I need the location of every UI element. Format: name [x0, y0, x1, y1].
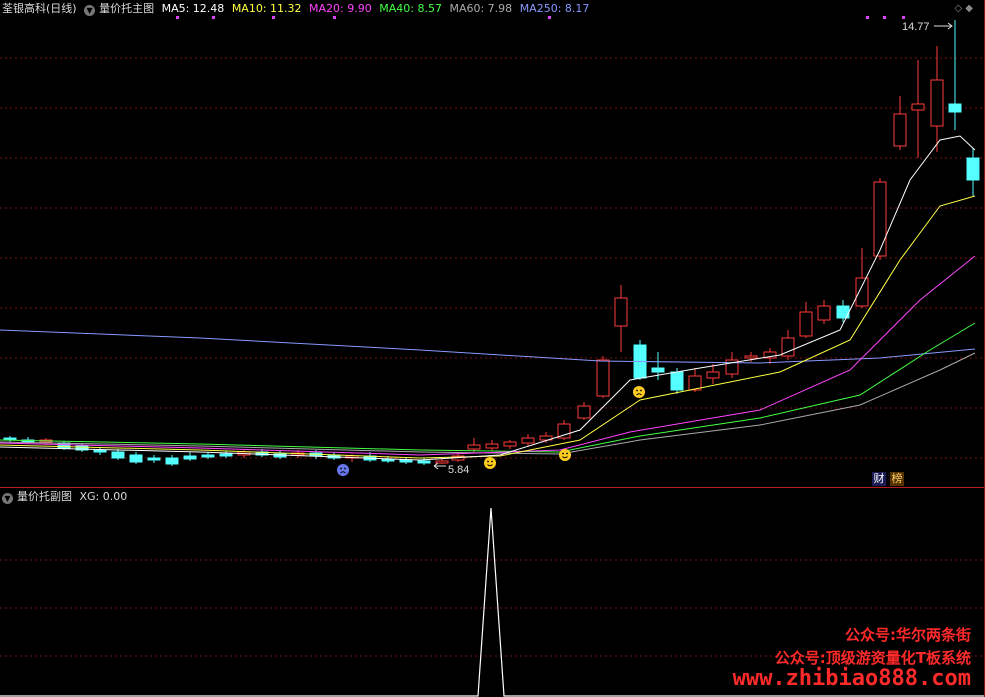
- candle-body: [596, 359, 610, 397]
- watermark-url: www.zhibiao888.com: [732, 666, 971, 691]
- candle-body: [399, 459, 413, 463]
- candle-body: [670, 371, 684, 391]
- ma20-value: MA20: 9.90: [309, 2, 372, 15]
- diamond-icon[interactable]: ◇ ◆: [954, 3, 973, 14]
- candle-body: [93, 449, 107, 453]
- sad-face-icon-eye: [344, 467, 346, 470]
- candle-body: [435, 460, 449, 464]
- smile-face-icon-eye: [566, 452, 568, 455]
- sad-face-icon-eye: [640, 389, 642, 392]
- candle-body: [201, 454, 215, 458]
- smile-face-icon: [484, 457, 496, 469]
- candle-body: [129, 454, 143, 463]
- sub-indicator-dropdown-icon[interactable]: ▼: [2, 493, 13, 504]
- watermark-line-2: 公众号:顶级游资量化T板系统: [774, 649, 971, 667]
- xg-value: XG: 0.00: [79, 490, 128, 503]
- smile-face-icon-eye: [487, 460, 489, 463]
- candle-body: [855, 277, 869, 307]
- finance-badge[interactable]: 财: [872, 472, 886, 486]
- sad-face-icon: [633, 386, 645, 398]
- candlestick-chart[interactable]: 14.77 5.84: [0, 0, 985, 487]
- candle-body: [799, 311, 813, 337]
- ma250-value: MA250: 8.17: [519, 2, 590, 15]
- candle-body: [744, 355, 758, 359]
- candle-body: [165, 457, 179, 465]
- sad-face-icon-eye: [340, 467, 342, 470]
- ma40-line: [0, 322, 976, 453]
- candle-body: [467, 444, 481, 450]
- sub-indicator-name[interactable]: 量价托副图: [17, 490, 72, 503]
- ma20-line: [0, 255, 976, 456]
- stock-title[interactable]: 荃银高科(日线): [2, 2, 77, 15]
- candle-body: [930, 79, 944, 127]
- candle-body: [893, 113, 907, 147]
- candle-body: [614, 297, 628, 327]
- candle-body: [948, 103, 962, 113]
- ma5-value: MA5: 12.48: [161, 2, 225, 15]
- candle-body: [911, 103, 925, 111]
- sad-face-icon-eye: [636, 389, 638, 392]
- candle-body: [111, 451, 125, 459]
- watermark-line-1: 公众号:华尔两条街: [845, 626, 971, 644]
- signal-dot: [902, 16, 905, 19]
- ma60-value: MA60: 7.98: [449, 2, 513, 15]
- smile-face-icon: [559, 449, 571, 461]
- ma60-line: [0, 352, 976, 455]
- main-indicator-name[interactable]: 量价托主图: [99, 2, 154, 15]
- ma10-line: [0, 195, 976, 459]
- smile-face-icon-eye: [491, 460, 493, 463]
- candle-body: [485, 443, 499, 449]
- high-price-label: 14.77: [902, 21, 930, 33]
- main-chart-panel[interactable]: 14.77 5.84 荃银高科(日线) ▼ 量价托主图 MA5: 12.48 MA1…: [0, 0, 985, 487]
- low-price-label: 5.84: [448, 464, 469, 476]
- candle-body: [651, 367, 665, 373]
- sad-face-icon: [337, 464, 349, 476]
- signal-dot: [866, 16, 869, 19]
- candle-body: [873, 181, 887, 257]
- candle-body: [219, 453, 233, 457]
- sub-header: ▼ 量价托副图 XG: 0.00: [2, 489, 131, 505]
- candle-body: [503, 441, 517, 447]
- candle-body: [147, 457, 161, 461]
- signal-dot: [883, 16, 886, 19]
- candle-body: [521, 437, 535, 444]
- candle-body: [966, 157, 980, 181]
- candle-body: [817, 305, 831, 321]
- candle-body: [417, 460, 431, 464]
- main-header: 荃银高科(日线) ▼ 量价托主图 MA5: 12.48 MA10: 11.32 M…: [2, 1, 593, 17]
- ranking-badge[interactable]: 榜: [890, 472, 904, 486]
- indicator-dropdown-icon[interactable]: ▼: [84, 5, 96, 16]
- candle-body: [577, 405, 591, 419]
- smile-face-icon-eye: [562, 452, 564, 455]
- ma10-value: MA10: 11.32: [231, 2, 302, 15]
- candle-body: [183, 455, 197, 460]
- candle-body: [706, 371, 720, 379]
- ma40-value: MA40: 8.57: [379, 2, 442, 15]
